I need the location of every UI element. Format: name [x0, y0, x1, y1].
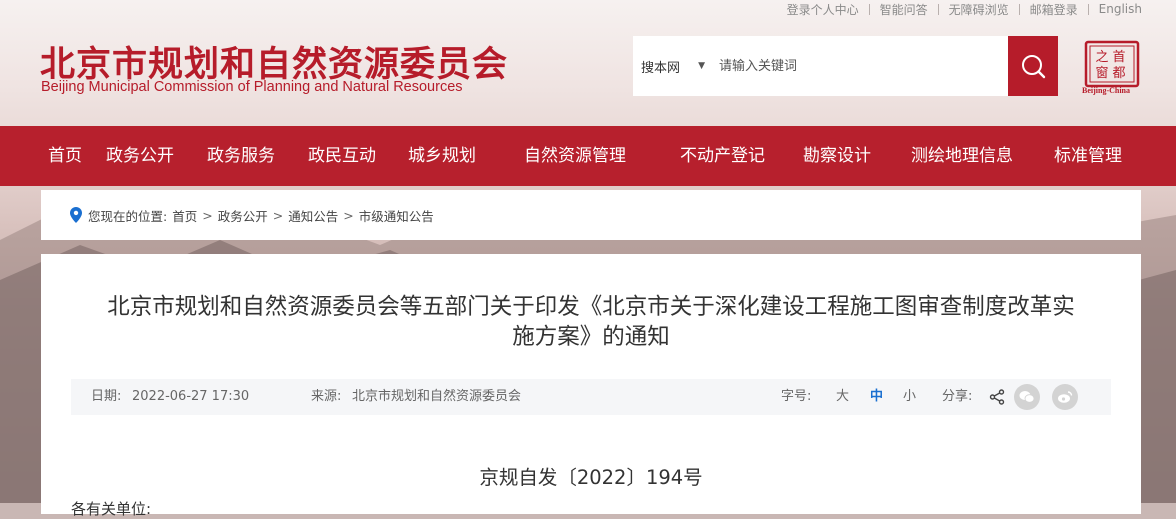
seal-char: 之 — [1095, 50, 1108, 65]
font-size-label: 字号: — [781, 389, 812, 404]
source-label: 来源: — [311, 389, 342, 404]
english-link[interactable]: English — [1089, 2, 1152, 16]
search-button[interactable] — [1008, 36, 1058, 96]
font-size-medium-button[interactable]: 中 — [870, 379, 883, 415]
breadcrumb-city-notices[interactable]: 市级通知公告 — [359, 206, 434, 225]
publish-date: 2022-06-27 17:30 — [132, 389, 250, 404]
nav-item-urban-planning[interactable]: 城乡规划 — [408, 126, 476, 186]
document-number: 京规自发〔2022〕194号 — [479, 466, 703, 489]
wechat-icon — [1019, 391, 1035, 403]
article-panel: 北京市规划和自然资源委员会等五部门关于印发《北京市关于深化建设工程施工图审查制度… — [41, 254, 1141, 518]
seal-caption: Beijing-China — [1082, 86, 1131, 95]
share-icon[interactable] — [989, 389, 1005, 405]
breadcrumb-separator: > — [272, 207, 284, 223]
article-meta-bar: 日期: 2022-06-27 17:30 来源: 北京市规划和自然资源委员会 字… — [71, 379, 1111, 415]
seal-char: 都 — [1112, 66, 1125, 81]
breadcrumb-gov-affairs[interactable]: 政务公开 — [218, 206, 268, 225]
search-scope-select[interactable]: 搜本网 ▼ — [633, 57, 711, 76]
nav-item-survey-design[interactable]: 勘察设计 — [803, 126, 871, 186]
article-title-line: 施方案》的通知 — [512, 324, 670, 350]
search-scope-label: 搜本网 — [641, 60, 681, 76]
nav-item-geo-info[interactable]: 测绘地理信息 — [911, 126, 1013, 186]
article-title: 北京市规划和自然资源委员会等五部门关于印发《北京市关于深化建设工程施工图审查制度… — [71, 292, 1111, 352]
mail-login-link[interactable]: 邮箱登录 — [1020, 1, 1088, 18]
nav-item-standards[interactable]: 标准管理 — [1054, 126, 1122, 186]
breadcrumb: 您现在的位置: 首页 > 政务公开 > 通知公告 > 市级通知公告 — [41, 190, 1141, 240]
top-links-bar: 登录个人中心 智能问答 无障碍浏览 邮箱登录 English — [777, 0, 1152, 18]
date-label: 日期: — [91, 389, 122, 404]
breadcrumb-home[interactable]: 首页 — [172, 206, 197, 225]
main-navigation: 首页 政务公开 政务服务 政民互动 城乡规划 自然资源管理 不动产登记 勘察设计… — [0, 126, 1176, 186]
nav-item-home[interactable]: 首页 — [48, 126, 82, 186]
weibo-icon — [1058, 391, 1073, 403]
seal-char: 窗 — [1095, 65, 1108, 81]
site-logo-english[interactable]: Beijing Municipal Commission of Planning… — [41, 79, 463, 95]
location-pin-icon — [70, 207, 82, 223]
search-input[interactable] — [711, 45, 1008, 87]
accessibility-link[interactable]: 无障碍浏览 — [939, 1, 1019, 18]
share-label: 分享: — [942, 389, 973, 404]
caret-down-icon: ▼ — [698, 61, 705, 71]
breadcrumb-separator: > — [202, 207, 213, 223]
nav-item-gov-affairs-open[interactable]: 政务公开 — [106, 126, 174, 186]
seal-char: 首 — [1112, 50, 1125, 65]
wechat-share-button[interactable] — [1014, 384, 1040, 410]
breadcrumb-prefix: 您现在的位置: — [88, 208, 168, 224]
nav-item-natural-resources[interactable]: 自然资源管理 — [524, 126, 626, 186]
nav-item-interaction[interactable]: 政民互动 — [308, 126, 376, 186]
article-title-line: 北京市规划和自然资源委员会等五部门关于印发《北京市关于深化建设工程施工图审查制度… — [107, 294, 1075, 320]
font-size-small-button[interactable]: 小 — [903, 379, 916, 415]
smart-qa-link[interactable]: 智能问答 — [870, 1, 938, 18]
article-body-text: 各有关单位: — [71, 500, 152, 518]
nav-item-gov-services[interactable]: 政务服务 — [207, 126, 275, 186]
search-bar: 搜本网 ▼ — [633, 36, 1058, 96]
source-value: 北京市规划和自然资源委员会 — [352, 389, 522, 404]
nav-item-real-estate[interactable]: 不动产登记 — [680, 126, 765, 186]
font-size-large-button[interactable]: 大 — [836, 379, 849, 415]
search-icon — [1022, 55, 1046, 79]
breadcrumb-notices[interactable]: 通知公告 — [288, 206, 338, 225]
weibo-share-button[interactable] — [1052, 384, 1078, 410]
login-link[interactable]: 登录个人中心 — [777, 1, 869, 18]
breadcrumb-separator: > — [343, 207, 354, 223]
